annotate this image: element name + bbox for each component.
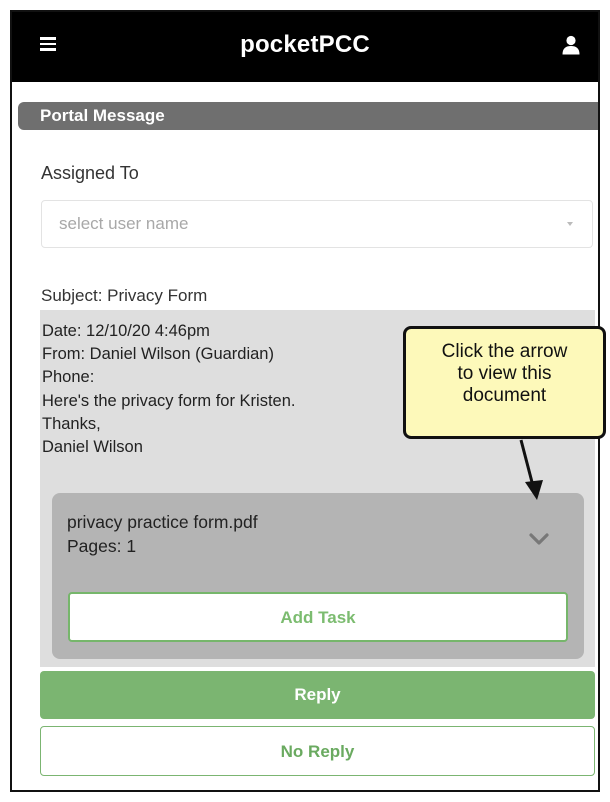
assigned-to-label: Assigned To (41, 163, 139, 183)
callout-line-3: document (462, 385, 547, 406)
attachment-card: privacy practice form.pdf Pages: 1 Add T… (52, 493, 584, 659)
callout-line-2: to view this (457, 363, 552, 384)
message-signature: Daniel Wilson (42, 438, 143, 457)
message-text: Here's the privacy form for Kristen. (42, 391, 296, 410)
app-title: pocketPCC (240, 31, 370, 58)
message-from: From: Daniel Wilson (Guardian) (42, 345, 274, 364)
user-icon[interactable] (562, 35, 580, 55)
chevron-down-icon[interactable] (529, 533, 549, 547)
no-reply-button[interactable]: No Reply (40, 726, 595, 776)
tutorial-callout: Click the arrow to view this document (403, 326, 606, 439)
top-navigation-bar: pocketPCC (12, 12, 598, 82)
assigned-user-select[interactable]: select user name (41, 200, 593, 248)
message-date: Date: 12/10/20 4:46pm (42, 322, 210, 340)
message-phone: Phone: (42, 368, 95, 387)
dropdown-caret-icon (567, 222, 573, 226)
attachment-pages: Pages: 1 (67, 536, 137, 556)
section-header: Portal Message (18, 102, 598, 130)
reply-button[interactable]: Reply (40, 671, 595, 719)
select-placeholder: select user name (59, 214, 189, 233)
callout-line-1: Click the arrow (441, 341, 568, 362)
message-closing: Thanks, (42, 414, 101, 433)
add-task-button[interactable]: Add Task (68, 592, 568, 642)
attachment-filename: privacy practice form.pdf (67, 512, 258, 532)
callout-arrow-icon (519, 439, 543, 500)
message-subject: Subject: Privacy Form (41, 286, 208, 305)
message-body: Date: 12/10/20 4:46pm From: Daniel Wilso… (42, 320, 295, 459)
